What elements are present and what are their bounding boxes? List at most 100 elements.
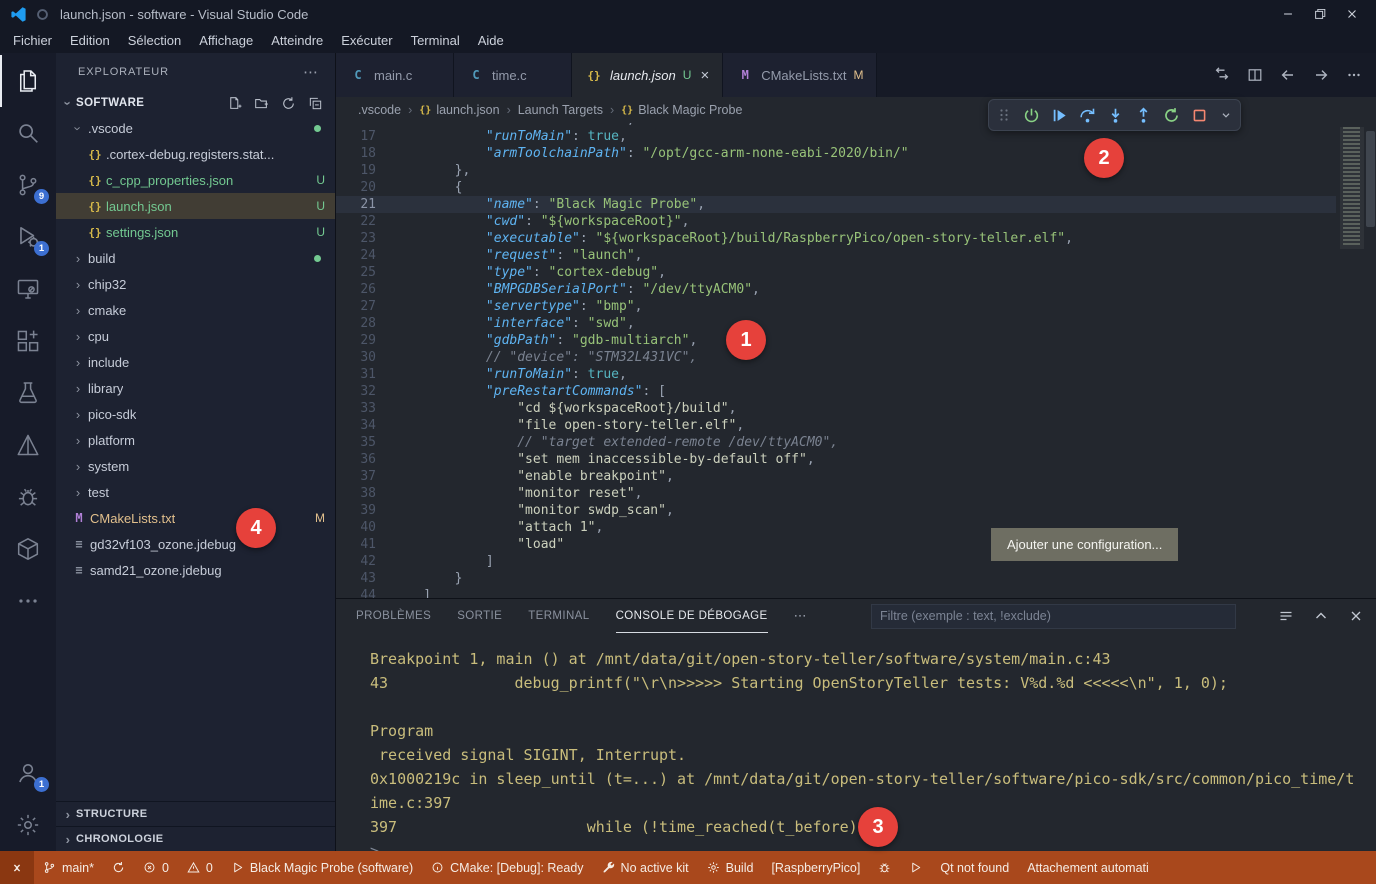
- editor-more-actions-icon[interactable]: [1346, 67, 1362, 83]
- editor-scrollbar[interactable]: [1366, 131, 1375, 227]
- section-header-software[interactable]: › SOFTWARE: [56, 91, 335, 115]
- tab-main-c[interactable]: Cmain.c: [336, 53, 454, 97]
- console-filter-input[interactable]: [871, 604, 1236, 629]
- restore-icon[interactable]: [1304, 0, 1336, 28]
- warning-count[interactable]: 0: [178, 851, 222, 884]
- explorer-more-actions-icon[interactable]: ⋯: [303, 63, 319, 81]
- code-editor[interactable]: 16 "interface": "swd",17 "runToMain": tr…: [336, 123, 1376, 598]
- tree-item-cmake[interactable]: ›cmake: [56, 297, 335, 323]
- panel-tab-terminal[interactable]: TERMINAL: [528, 599, 589, 633]
- panel-tab-sortie[interactable]: SORTIE: [457, 599, 502, 633]
- code-line[interactable]: 36 "set mem inaccessible-by-default off"…: [336, 451, 1336, 468]
- debug-step-out-icon[interactable]: [1135, 107, 1152, 124]
- debug-console[interactable]: Breakpoint 1, main () at /mnt/data/git/o…: [336, 633, 1376, 851]
- debug-continue-icon[interactable]: [1051, 107, 1068, 124]
- code-line[interactable]: 30 // "device": "STM32L431VC",: [336, 349, 1336, 366]
- tree-item-include[interactable]: ›include: [56, 349, 335, 375]
- refresh-explorer-icon[interactable]: [281, 96, 296, 111]
- code-line[interactable]: 39 "monitor swdp_scan",: [336, 502, 1336, 519]
- tree-item-system[interactable]: ›system: [56, 453, 335, 479]
- code-line[interactable]: 37 "enable breakpoint",: [336, 468, 1336, 485]
- activity-bug-tool-icon[interactable]: [0, 471, 56, 523]
- debug-stop-icon[interactable]: [1191, 107, 1208, 124]
- tree-item-cpu[interactable]: ›cpu: [56, 323, 335, 349]
- code-line[interactable]: 27 "servertype": "bmp",: [336, 298, 1336, 315]
- tree-item-cortex-debug-registers-stat[interactable]: {}.cortex-debug.registers.stat...: [56, 141, 335, 167]
- menu-edition[interactable]: Edition: [61, 30, 119, 51]
- debug-restart-icon[interactable]: [1163, 107, 1180, 124]
- breadcrumb-item-vscode[interactable]: .vscode: [358, 103, 401, 117]
- code-line[interactable]: 26 "BMPGDBSerialPort": "/dev/ttyACM0",: [336, 281, 1336, 298]
- tree-item-vscode[interactable]: ›.vscode: [56, 115, 335, 141]
- navigate-back-icon[interactable]: [1280, 67, 1296, 83]
- tab-launch-json[interactable]: {}launch.jsonU×: [572, 53, 723, 97]
- activity-accounts-icon[interactable]: 1: [0, 747, 56, 799]
- tree-item-test[interactable]: ›test: [56, 479, 335, 505]
- tree-item-library[interactable]: ›library: [56, 375, 335, 401]
- tab-time-c[interactable]: Ctime.c: [454, 53, 572, 97]
- tree-item-c-cpp-properties-json[interactable]: {}c_cpp_properties.jsonU: [56, 167, 335, 193]
- activity-extensions-icon[interactable]: [0, 315, 56, 367]
- code-line[interactable]: 22 "cwd": "${workspaceRoot}",: [336, 213, 1336, 230]
- add-configuration-button[interactable]: Ajouter une configuration...: [991, 528, 1178, 561]
- menu-s-lection[interactable]: Sélection: [119, 30, 190, 51]
- activity-cmake-icon[interactable]: [0, 419, 56, 471]
- breadcrumb-item-black-magic-probe[interactable]: {}Black Magic Probe: [621, 103, 742, 117]
- code-line[interactable]: 28 "interface": "swd",: [336, 315, 1336, 332]
- code-line[interactable]: 19 },: [336, 162, 1336, 179]
- tree-item-cmakelists-txt[interactable]: MCMakeLists.txtM: [56, 505, 335, 531]
- code-line[interactable]: 35 // "target extended-remote /dev/ttyAC…: [336, 434, 1336, 451]
- activity-run-debug-icon[interactable]: 1: [0, 211, 56, 263]
- code-line[interactable]: 29 "gdbPath": "gdb-multiarch",: [336, 332, 1336, 349]
- activity-remote-explorer-icon[interactable]: [0, 263, 56, 315]
- activity-settings-gear-icon[interactable]: [0, 799, 56, 851]
- tree-item-build[interactable]: ›build: [56, 245, 335, 271]
- menu-terminal[interactable]: Terminal: [402, 30, 469, 51]
- new-file-icon[interactable]: [227, 96, 242, 111]
- minimap[interactable]: [1340, 127, 1364, 347]
- activity-search-icon[interactable]: [0, 107, 56, 159]
- auto-attach[interactable]: Attachement automati: [1018, 851, 1158, 884]
- drag-grip-icon[interactable]: [996, 107, 1012, 123]
- tab-cmakelists-txt[interactable]: MCMakeLists.txtM: [723, 53, 877, 97]
- panel-tab-probl-mes[interactable]: PROBLÈMES: [356, 599, 431, 633]
- collapse-folders-icon[interactable]: [308, 96, 323, 111]
- menu-aide[interactable]: Aide: [469, 30, 513, 51]
- minimize-icon[interactable]: [1272, 0, 1304, 28]
- code-line[interactable]: 31 "runToMain": true,: [336, 366, 1336, 383]
- cmake-target[interactable]: [RaspberryPico]: [762, 851, 869, 884]
- debug-step-into-icon[interactable]: [1107, 107, 1124, 124]
- tree-item-chip32[interactable]: ›chip32: [56, 271, 335, 297]
- tree-item-pico-sdk[interactable]: ›pico-sdk: [56, 401, 335, 427]
- activity-more-icon[interactable]: [0, 575, 56, 627]
- breadcrumb-item-launch-json[interactable]: {}launch.json: [419, 103, 499, 117]
- close-tab-icon[interactable]: ×: [700, 67, 709, 84]
- code-line[interactable]: 41 "load": [336, 536, 1336, 553]
- close-panel-icon[interactable]: [1348, 608, 1364, 624]
- tree-item-settings-json[interactable]: {}settings.jsonU: [56, 219, 335, 245]
- code-line[interactable]: 34 "file open-story-teller.elf",: [336, 417, 1336, 434]
- code-line[interactable]: 32 "preRestartCommands": [: [336, 383, 1336, 400]
- cmake-kit[interactable]: No active kit: [593, 851, 698, 884]
- open-changes-icon[interactable]: [1214, 67, 1230, 83]
- code-line[interactable]: 23 "executable": "${workspaceRoot}/build…: [336, 230, 1336, 247]
- code-line[interactable]: 20 {: [336, 179, 1336, 196]
- panel-more-actions-icon[interactable]: ⋯: [794, 608, 807, 624]
- menu-ex-cuter[interactable]: Exécuter: [332, 30, 401, 51]
- git-branch[interactable]: main*: [34, 851, 103, 884]
- code-line[interactable]: 43 }: [336, 570, 1336, 587]
- code-line[interactable]: 25 "type": "cortex-debug",: [336, 264, 1336, 281]
- menu-fichier[interactable]: Fichier: [4, 30, 61, 51]
- split-editor-icon[interactable]: [1247, 67, 1263, 83]
- code-line[interactable]: 44 ]: [336, 587, 1336, 598]
- output-lines-icon[interactable]: [1278, 608, 1294, 624]
- cmake-debug[interactable]: [869, 851, 900, 884]
- maximize-panel-icon[interactable]: [1313, 608, 1329, 624]
- breadcrumb-item-launch-targets[interactable]: Launch Targets: [518, 103, 603, 117]
- new-folder-icon[interactable]: [254, 96, 269, 111]
- code-line[interactable]: 40 "attach 1",: [336, 519, 1336, 536]
- navigate-forward-icon[interactable]: [1313, 67, 1329, 83]
- debug-power-icon[interactable]: [1023, 107, 1040, 124]
- code-line[interactable]: 24 "request": "launch",: [336, 247, 1336, 264]
- debug-step-over-icon[interactable]: [1079, 107, 1096, 124]
